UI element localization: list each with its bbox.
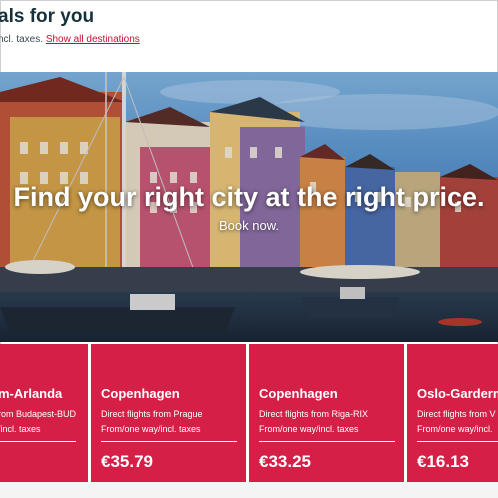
deal-card[interactable]: Oslo-Gardermo Direct flights from V From… [407,344,498,482]
deal-card[interactable]: Copenhagen Direct flights from Prague Fr… [91,344,246,482]
show-all-destinations-link[interactable]: Show all destinations [46,34,140,45]
section-title: als for you [0,6,95,27]
deal-card[interactable]: Copenhagen Direct flights from Riga-RIX … [249,344,404,482]
deal-destination: Oslo-Gardermo [417,386,498,401]
deal-divider [101,441,237,442]
deal-route: Direct flights from Riga-RIX [259,409,369,419]
deal-destination: Copenhagen [259,386,338,401]
hero-headline: Find your right city at the right price. [13,182,485,212]
deal-route: Direct flights from Prague [101,409,203,419]
deal-fare-note: From/one way/incl. taxes [101,424,201,434]
deals-carousel: m-Arlanda rom Budapest-BUD /incl. taxes … [0,344,498,482]
deal-route: Direct flights from V [417,409,496,419]
deal-divider [0,441,76,442]
section-subtitle-row: ncl. taxes. Show all destinations [0,34,140,45]
deal-divider [417,441,498,442]
page-bottom-area [0,482,498,498]
hero-banner[interactable]: Find your right city at the right price.… [0,72,498,342]
taxes-note: ncl. taxes. [0,34,44,45]
deal-price: €33.25 [259,452,311,471]
deal-price: €35.79 [101,452,153,471]
deal-card[interactable]: m-Arlanda rom Budapest-BUD /incl. taxes [0,344,88,482]
deal-fare-note: From/one way/incl. taxes [259,424,359,434]
book-now-link[interactable]: Book now. [0,218,498,233]
deal-route: rom Budapest-BUD [0,409,77,419]
deal-destination: Copenhagen [101,386,180,401]
deal-divider [259,441,395,442]
deal-price: €16.13 [417,452,469,471]
deal-destination: m-Arlanda [0,386,63,401]
deal-fare-note: /incl. taxes [0,424,41,434]
deal-fare-note: From/one way/incl. [417,424,493,434]
